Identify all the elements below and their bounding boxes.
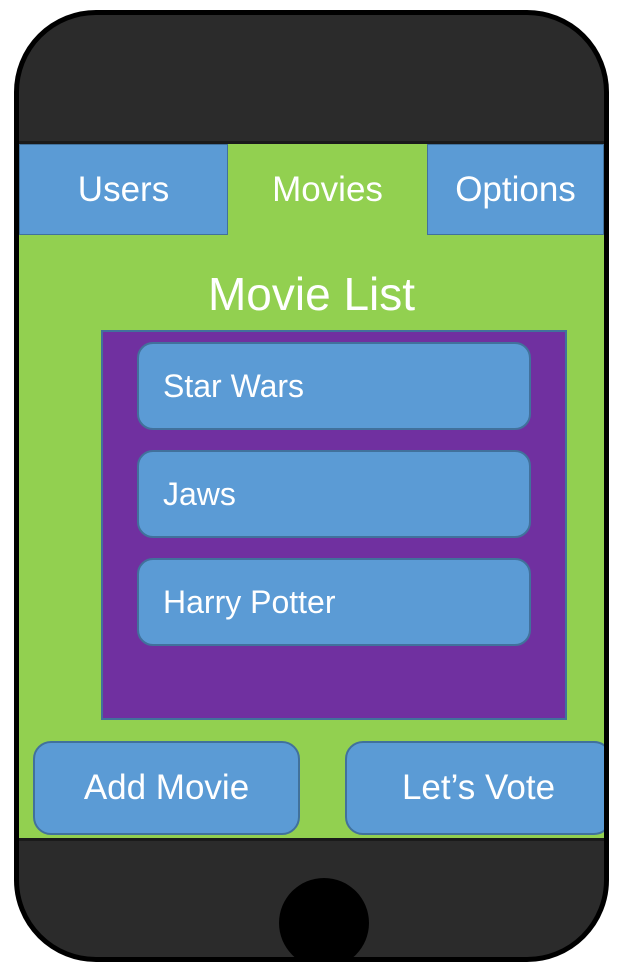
- list-item-jaws[interactable]: Jaws: [137, 450, 531, 538]
- add-movie-button[interactable]: Add Movie: [33, 741, 300, 835]
- movie-title: Harry Potter: [163, 583, 336, 620]
- list-item-harry-potter[interactable]: Harry Potter: [137, 558, 531, 646]
- tab-movies-label: Movies: [272, 169, 383, 209]
- tab-users-label: Users: [77, 169, 170, 209]
- tab-movies[interactable]: Movies: [228, 144, 427, 235]
- lets-vote-button[interactable]: Let’s Vote: [345, 741, 604, 835]
- add-movie-label: Add Movie: [83, 768, 250, 807]
- lets-vote-label: Let’s Vote: [401, 768, 556, 807]
- tab-options[interactable]: Options: [427, 144, 604, 235]
- home-button[interactable]: [279, 878, 369, 957]
- app-screen: Users Movies Options Movie List Star War…: [19, 141, 604, 841]
- tab-options-label: Options: [455, 169, 576, 209]
- movie-list[interactable]: Star Wars Jaws Harry Potter: [101, 330, 567, 720]
- movie-title: Jaws: [163, 475, 236, 512]
- tab-users[interactable]: Users: [19, 144, 228, 235]
- movie-title: Star Wars: [163, 367, 305, 404]
- phone-frame: Users Movies Options Movie List Star War…: [14, 10, 609, 962]
- list-item-star-wars[interactable]: Star Wars: [137, 342, 531, 430]
- page-title: Movie List: [207, 268, 416, 320]
